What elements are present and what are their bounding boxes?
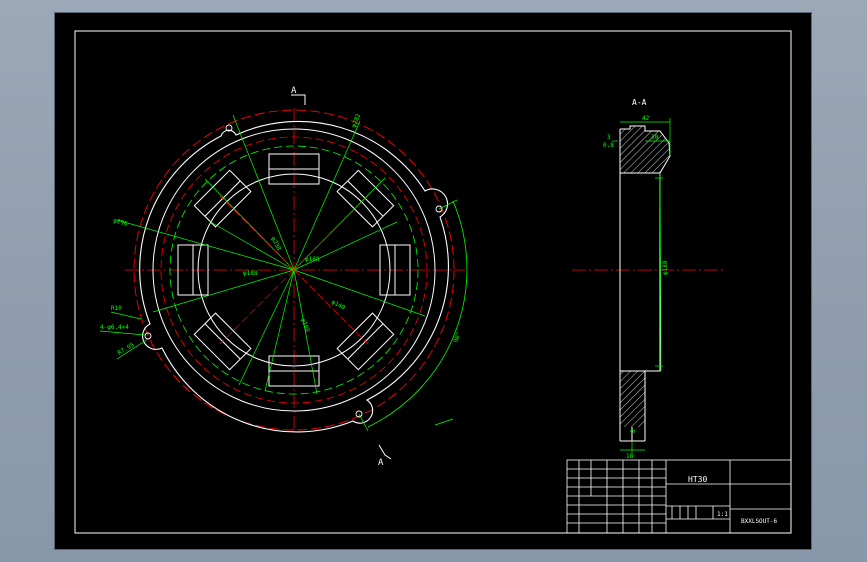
hatch-top (620, 126, 670, 173)
dim-top-width: 42 (642, 115, 650, 122)
dim-180: φ180 (299, 317, 311, 333)
drawing-canvas[interactable]: A A φ296 φ282 φ238 φ188 φ168 φ140 φ180 R… (55, 13, 811, 549)
dim-holes: 4-φ6.4×4 (100, 324, 129, 331)
dim-face-mark: 0.8 (603, 142, 614, 149)
dim-mid-diameter: φ238 (269, 236, 282, 252)
cad-viewport[interactable]: A A φ296 φ282 φ238 φ188 φ168 φ140 φ180 R… (0, 0, 867, 562)
dim-r10: R10 (111, 305, 122, 312)
dim-section-bore: φ188 (662, 260, 669, 275)
dim-bolt-circle: φ282 (350, 112, 362, 128)
section-view: A-A 42 30 3 0.8 φ188 8 18 (572, 98, 723, 460)
section-marker-bottom: A (378, 458, 384, 468)
front-view: A A φ296 φ282 φ238 φ188 φ168 φ140 φ180 R… (99, 86, 468, 468)
dim-r-lobe: R7.95 (117, 341, 136, 356)
title-drawing-number: BXXLSOUT-6 (741, 518, 778, 525)
drawing-border (74, 30, 792, 534)
dim-bore-diameter: φ188 (243, 270, 258, 277)
dim-angle: 90° (452, 331, 462, 344)
section-cut-markers (291, 94, 392, 460)
section-marker-top: A (291, 86, 297, 96)
dim-flange-width: 30 (651, 134, 659, 141)
dim-bottom-small: 8 (630, 429, 637, 433)
dim-140: φ140 (330, 299, 346, 312)
drawing-svg: A A φ296 φ282 φ238 φ188 φ168 φ140 φ180 R… (74, 30, 792, 534)
title-scale: 1:1 (717, 511, 728, 518)
dim-outer-diameter: φ296 (112, 217, 128, 228)
hatch-bottom (620, 371, 645, 427)
title-material: HT30 (688, 475, 707, 484)
dim-step: 3 (607, 134, 611, 141)
dim-inner-diameter: φ168 (305, 256, 320, 263)
dim-bottom-width: 18 (626, 453, 634, 460)
section-view-label: A-A (632, 98, 647, 107)
